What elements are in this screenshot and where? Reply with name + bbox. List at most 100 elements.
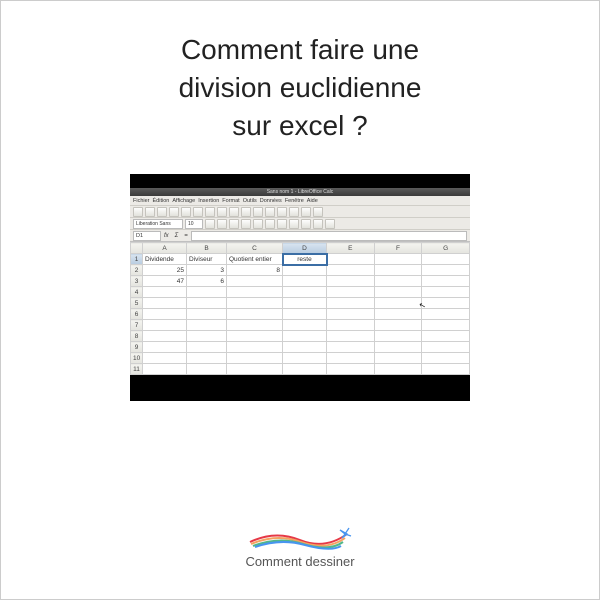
title-line-2: division euclidienne: [179, 72, 422, 103]
zoom-icon[interactable]: [301, 207, 311, 217]
font-name-combo[interactable]: Liberation Sans: [133, 219, 183, 229]
cell-c3[interactable]: [227, 276, 283, 287]
corner-cell[interactable]: [131, 243, 143, 254]
menu-affichage[interactable]: Affichage: [172, 198, 195, 204]
open-icon[interactable]: [145, 207, 155, 217]
menu-fichier[interactable]: Fichier: [133, 198, 150, 204]
cut-icon[interactable]: [193, 207, 203, 217]
cell-d2[interactable]: [283, 265, 327, 276]
cell-e3[interactable]: [327, 276, 375, 287]
logo-splash-icon: [245, 524, 355, 552]
table-row: 9: [131, 342, 470, 353]
col-header-a[interactable]: A: [143, 243, 187, 254]
cell-b1[interactable]: Diviseur: [187, 254, 227, 265]
sum-icon[interactable]: Σ: [175, 233, 179, 239]
spreadsheet-grid[interactable]: A B C D E F G 1 Dividende Diviseur Quoti…: [130, 242, 470, 375]
table-row: 10: [131, 353, 470, 364]
sort-desc-icon[interactable]: [265, 207, 275, 217]
formula-bar: D1 fx Σ =: [130, 230, 470, 242]
pdf-icon[interactable]: [181, 207, 191, 217]
col-header-e[interactable]: E: [327, 243, 375, 254]
help-icon[interactable]: [313, 207, 323, 217]
cell-f2[interactable]: [374, 265, 422, 276]
cell-f1[interactable]: [374, 254, 422, 265]
cell-d3[interactable]: [283, 276, 327, 287]
filter-icon[interactable]: [289, 207, 299, 217]
title-line-1: Comment faire une: [181, 34, 419, 65]
cell-a2[interactable]: 25: [143, 265, 187, 276]
row-header-7[interactable]: 7: [131, 320, 143, 331]
menu-aide[interactable]: Aide: [307, 198, 318, 204]
paste-icon[interactable]: [217, 207, 227, 217]
cell-b3[interactable]: 6: [187, 276, 227, 287]
print-icon[interactable]: [169, 207, 179, 217]
cell-c2[interactable]: 8: [227, 265, 283, 276]
undo-icon[interactable]: [229, 207, 239, 217]
menu-fenetre[interactable]: Fenêtre: [285, 198, 304, 204]
cell-a1[interactable]: Dividende: [143, 254, 187, 265]
row-header-1[interactable]: 1: [131, 254, 143, 265]
col-header-f[interactable]: F: [374, 243, 422, 254]
cell-b2[interactable]: 3: [187, 265, 227, 276]
menu-insertion[interactable]: Insertion: [198, 198, 219, 204]
cell-g1[interactable]: [422, 254, 470, 265]
video-thumbnail: Sans nom 1 - LibreOffice Calc Fichier Éd…: [130, 174, 470, 401]
redo-icon[interactable]: [241, 207, 251, 217]
underline-icon[interactable]: [229, 219, 239, 229]
save-icon[interactable]: [157, 207, 167, 217]
page-title: Comment faire une division euclidienne s…: [1, 1, 599, 164]
table-row: 8: [131, 331, 470, 342]
cell-g3[interactable]: [422, 276, 470, 287]
bold-icon[interactable]: [205, 219, 215, 229]
row-header-4[interactable]: 4: [131, 287, 143, 298]
sort-asc-icon[interactable]: [253, 207, 263, 217]
site-logo: Comment dessiner: [1, 524, 599, 569]
font-size-combo[interactable]: 10: [185, 219, 203, 229]
equals-icon[interactable]: =: [184, 233, 188, 239]
table-row: 2 25 3 8: [131, 265, 470, 276]
spreadsheet-app: Sans nom 1 - LibreOffice Calc Fichier Éd…: [130, 188, 470, 375]
col-header-g[interactable]: G: [422, 243, 470, 254]
col-header-c[interactable]: C: [227, 243, 283, 254]
name-box[interactable]: D1: [133, 231, 161, 241]
menu-edition[interactable]: Édition: [153, 198, 170, 204]
cell-e1[interactable]: [327, 254, 375, 265]
menu-outils[interactable]: Outils: [243, 198, 257, 204]
menu-format[interactable]: Format: [222, 198, 239, 204]
new-doc-icon[interactable]: [133, 207, 143, 217]
formula-input[interactable]: [191, 231, 467, 241]
col-header-d[interactable]: D: [283, 243, 327, 254]
row-header-3[interactable]: 3: [131, 276, 143, 287]
italic-icon[interactable]: [217, 219, 227, 229]
align-right-icon[interactable]: [265, 219, 275, 229]
align-left-icon[interactable]: [241, 219, 251, 229]
cell-c1[interactable]: Quotient entier: [227, 254, 283, 265]
toolbar-standard: [130, 206, 470, 218]
row-header-10[interactable]: 10: [131, 353, 143, 364]
row-header-6[interactable]: 6: [131, 309, 143, 320]
font-color-icon[interactable]: [325, 219, 335, 229]
row-header-8[interactable]: 8: [131, 331, 143, 342]
borders-icon[interactable]: [301, 219, 311, 229]
cell-g2[interactable]: [422, 265, 470, 276]
row-header-9[interactable]: 9: [131, 342, 143, 353]
menu-donnees[interactable]: Données: [260, 198, 282, 204]
title-line-3: sur excel ?: [232, 110, 367, 141]
cell-f3[interactable]: [374, 276, 422, 287]
bg-color-icon[interactable]: [313, 219, 323, 229]
row-header-11[interactable]: 11: [131, 364, 143, 375]
col-header-b[interactable]: B: [187, 243, 227, 254]
copy-icon[interactable]: [205, 207, 215, 217]
fx-icon[interactable]: fx: [164, 233, 169, 239]
percent-icon[interactable]: [289, 219, 299, 229]
row-header-2[interactable]: 2: [131, 265, 143, 276]
cell-a3[interactable]: 47: [143, 276, 187, 287]
currency-icon[interactable]: [277, 219, 287, 229]
logo-text: Comment dessiner: [1, 554, 599, 569]
chart-icon[interactable]: [277, 207, 287, 217]
cell-e2[interactable]: [327, 265, 375, 276]
window-titlebar: Sans nom 1 - LibreOffice Calc: [130, 188, 470, 196]
cell-d1[interactable]: reste: [283, 254, 327, 265]
row-header-5[interactable]: 5: [131, 298, 143, 309]
align-center-icon[interactable]: [253, 219, 263, 229]
